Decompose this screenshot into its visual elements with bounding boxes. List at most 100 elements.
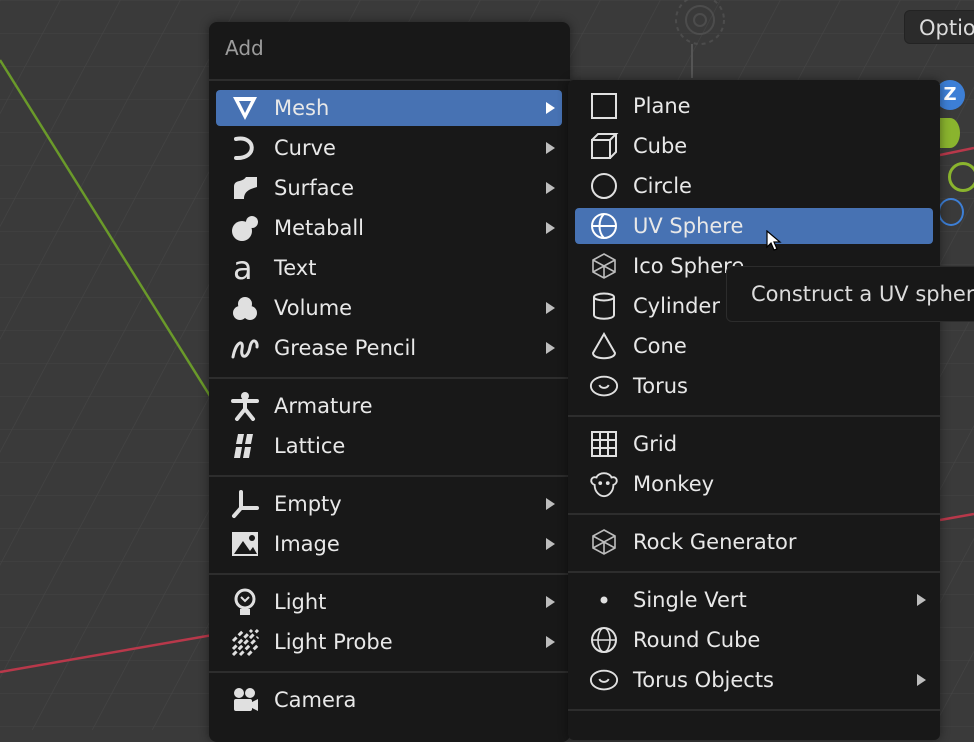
submenu-arrow-icon bbox=[917, 674, 926, 686]
add-menu: Add Mesh Curve Surface Metaball a Text V… bbox=[209, 22, 570, 742]
grease-pencil-icon bbox=[230, 333, 260, 363]
mesh-item-uv-sphere[interactable]: UV Sphere bbox=[575, 208, 933, 244]
mesh-item-monkey[interactable]: Monkey bbox=[575, 466, 933, 502]
divider bbox=[209, 671, 570, 673]
round-cube-icon bbox=[589, 625, 619, 655]
menu-item-label: Volume bbox=[274, 296, 353, 320]
grid-icon bbox=[589, 429, 619, 459]
menu-item-curve[interactable]: Curve bbox=[216, 130, 562, 166]
tooltip: Construct a UV spher bbox=[726, 266, 974, 322]
menu-item-label: Lattice bbox=[274, 434, 346, 458]
menu-item-label: Light bbox=[274, 590, 327, 614]
svg-text:a: a bbox=[233, 253, 253, 283]
volume-icon bbox=[230, 293, 260, 323]
menu-item-label: Text bbox=[274, 256, 317, 280]
submenu-arrow-icon bbox=[546, 142, 555, 154]
armature-icon bbox=[230, 391, 260, 421]
submenu-arrow-icon bbox=[546, 102, 555, 114]
mesh-item-circle[interactable]: Circle bbox=[575, 168, 933, 204]
menu-item-image[interactable]: Image bbox=[216, 526, 562, 562]
menu-item-light-probe[interactable]: Light Probe bbox=[216, 624, 562, 660]
submenu-arrow-icon bbox=[546, 538, 555, 550]
ico-sphere-icon bbox=[589, 251, 619, 281]
mesh-item-label: Cylinder bbox=[633, 294, 720, 318]
plane-icon bbox=[589, 91, 619, 121]
mesh-icon bbox=[230, 93, 260, 123]
submenu-arrow-icon bbox=[917, 594, 926, 606]
menu-item-label: Image bbox=[274, 532, 340, 556]
text-icon: a bbox=[230, 253, 260, 283]
tooltip-text: Construct a UV spher bbox=[751, 282, 974, 306]
mesh-item-label: Single Vert bbox=[633, 588, 747, 612]
menu-item-label: Mesh bbox=[274, 96, 330, 120]
menu-item-metaball[interactable]: Metaball bbox=[216, 210, 562, 246]
menu-item-label: Metaball bbox=[274, 216, 365, 240]
mesh-item-torus[interactable]: Torus bbox=[575, 368, 933, 404]
menu-item-label: Armature bbox=[274, 394, 373, 418]
mesh-item-cone[interactable]: Cone bbox=[575, 328, 933, 364]
mesh-item-label: Plane bbox=[633, 94, 691, 118]
submenu-arrow-icon bbox=[546, 636, 555, 648]
cylinder-icon bbox=[589, 291, 619, 321]
menu-item-label: Empty bbox=[274, 492, 342, 516]
menu-item-grease-pencil[interactable]: Grease Pencil bbox=[216, 330, 562, 366]
menu-item-surface[interactable]: Surface bbox=[216, 170, 562, 206]
mesh-item-label: Torus bbox=[633, 374, 688, 398]
options-button[interactable]: Optio bbox=[904, 10, 974, 44]
menu-item-camera[interactable]: Camera bbox=[216, 682, 562, 718]
cone-icon bbox=[589, 331, 619, 361]
gizmo-z-negative[interactable] bbox=[938, 198, 964, 226]
divider bbox=[568, 709, 940, 711]
image-icon bbox=[230, 529, 260, 559]
mesh-item-label: Grid bbox=[633, 432, 678, 456]
gizmo-y-button[interactable] bbox=[940, 118, 960, 148]
mesh-item-label: Circle bbox=[633, 174, 692, 198]
submenu-arrow-icon bbox=[546, 342, 555, 354]
options-button-label: Optio bbox=[919, 16, 974, 40]
submenu-arrow-icon bbox=[546, 182, 555, 194]
mesh-item-plane[interactable]: Plane bbox=[575, 88, 933, 124]
mesh-item-label: Torus Objects bbox=[633, 668, 775, 692]
menu-item-label: Camera bbox=[274, 688, 357, 712]
menu-item-volume[interactable]: Volume bbox=[216, 290, 562, 326]
mesh-item-cube[interactable]: Cube bbox=[575, 128, 933, 164]
add-menu-title: Add bbox=[225, 36, 264, 60]
camera-icon bbox=[230, 685, 260, 715]
mesh-item-rock-generator[interactable]: Rock Generator bbox=[575, 524, 933, 560]
submenu-arrow-icon bbox=[546, 302, 555, 314]
menu-item-light[interactable]: Light bbox=[216, 584, 562, 620]
mesh-item-torus-objects[interactable]: Torus Objects bbox=[575, 662, 933, 698]
menu-item-text[interactable]: a Text bbox=[216, 250, 562, 286]
mesh-item-label: Round Cube bbox=[633, 628, 761, 652]
menu-item-empty[interactable]: Empty bbox=[216, 486, 562, 522]
mesh-item-single-vert[interactable]: Single Vert bbox=[575, 582, 933, 618]
torus-objects-icon bbox=[589, 665, 619, 695]
menu-item-mesh[interactable]: Mesh bbox=[216, 90, 562, 126]
rock-generator-icon bbox=[589, 527, 619, 557]
mesh-item-label: Monkey bbox=[633, 472, 715, 496]
surface-icon bbox=[230, 173, 260, 203]
light-icon bbox=[230, 587, 260, 617]
menu-item-label: Light Probe bbox=[274, 630, 393, 654]
divider bbox=[568, 415, 940, 417]
divider bbox=[568, 513, 940, 515]
uv-sphere-icon bbox=[589, 211, 619, 241]
submenu-arrow-icon bbox=[546, 596, 555, 608]
submenu-arrow-icon bbox=[546, 498, 555, 510]
mesh-submenu: Plane Cube Circle UV Sphere Ico Sphere C… bbox=[568, 80, 940, 740]
divider bbox=[568, 571, 940, 573]
mesh-item-grid[interactable]: Grid bbox=[575, 426, 933, 462]
divider bbox=[209, 79, 570, 81]
light-probe-icon bbox=[230, 627, 260, 657]
curve-icon bbox=[230, 133, 260, 163]
menu-item-lattice[interactable]: Lattice bbox=[216, 428, 562, 464]
mouse-cursor-icon bbox=[766, 230, 782, 251]
lattice-icon bbox=[230, 431, 260, 461]
monkey-icon bbox=[589, 469, 619, 499]
circle-icon bbox=[589, 171, 619, 201]
mesh-item-label: Rock Generator bbox=[633, 530, 797, 554]
divider bbox=[209, 573, 570, 575]
gizmo-y-negative[interactable] bbox=[948, 162, 974, 192]
mesh-item-round-cube[interactable]: Round Cube bbox=[575, 622, 933, 658]
menu-item-armature[interactable]: Armature bbox=[216, 388, 562, 424]
